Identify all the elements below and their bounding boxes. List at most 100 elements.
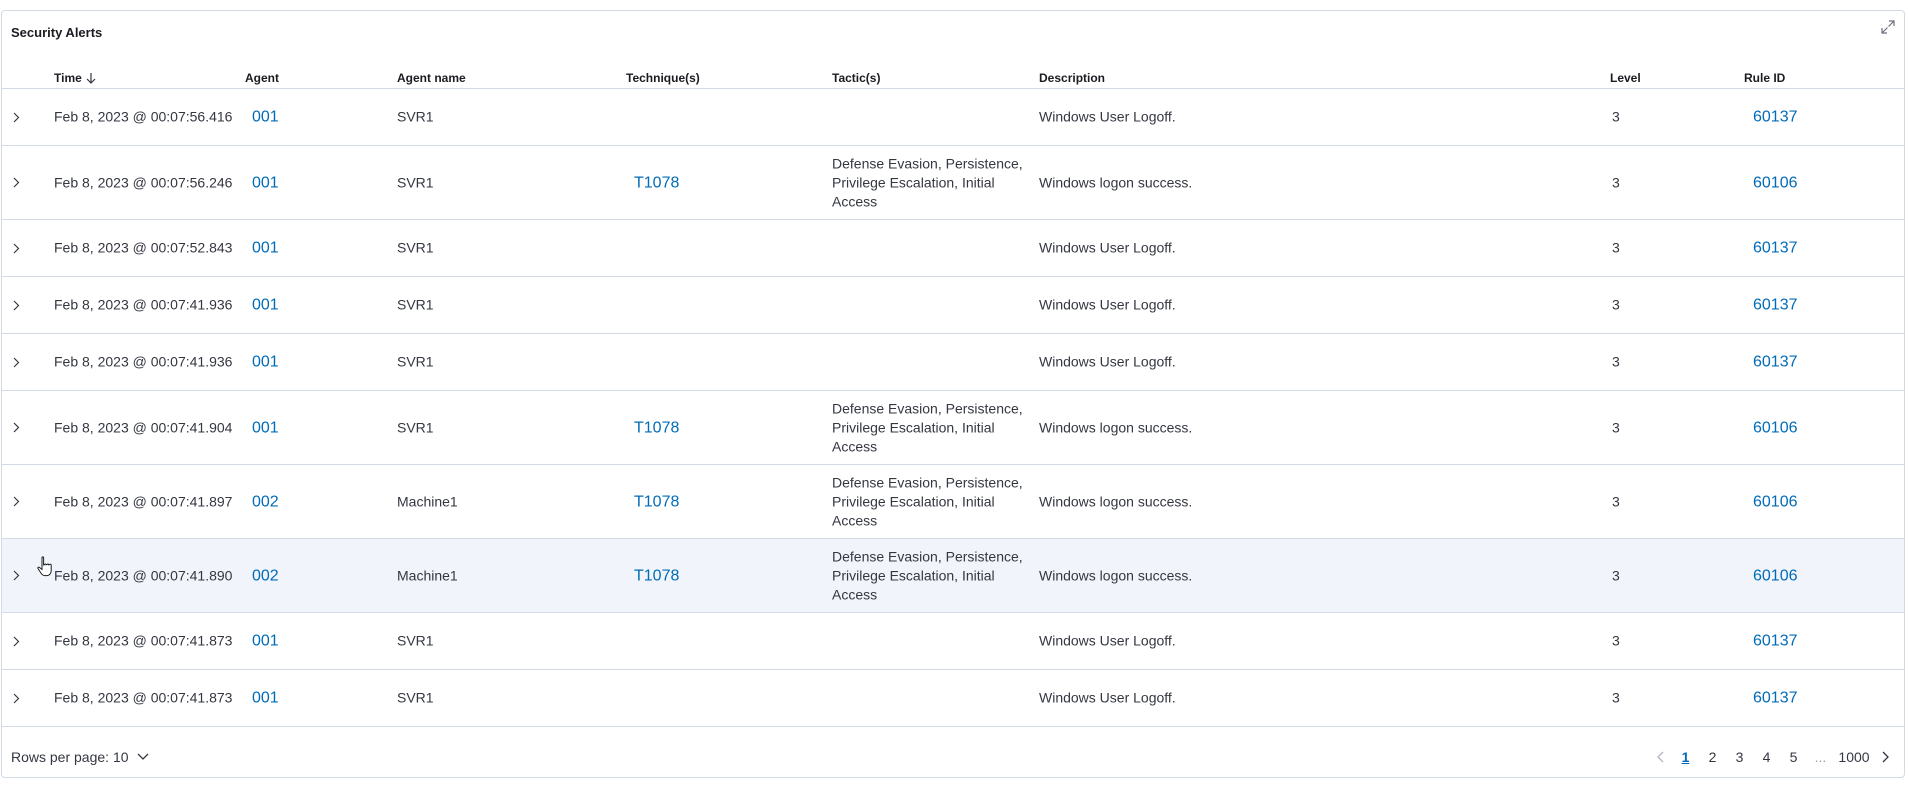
cell-rule-id-link[interactable]: 60106 (1753, 418, 1798, 437)
cell-agent-link[interactable]: 001 (252, 418, 279, 437)
table-row[interactable]: Feb 8, 2023 @ 00:07:41.904 001 SVR1 T1078 De… (2, 391, 1904, 465)
previous-page-button[interactable] (1648, 751, 1672, 763)
cell-rule-id-link[interactable]: 60137 (1753, 296, 1798, 315)
cell-agent-link[interactable]: 001 (252, 353, 279, 372)
cell-rule-id-link[interactable]: 60137 (1753, 108, 1798, 127)
column-header-level[interactable]: Level (1610, 71, 1641, 85)
cell-description: Windows logon success. (1039, 493, 1193, 509)
cell-level: 3 (1612, 567, 1620, 583)
column-header-agent[interactable]: Agent (245, 71, 279, 85)
expand-row-button[interactable] (8, 240, 24, 256)
column-header-tactics[interactable]: Tactic(s) (832, 71, 880, 85)
cell-time: Feb 8, 2023 @ 00:07:56.416 (54, 108, 233, 125)
expand-row-button[interactable] (8, 633, 24, 649)
table-header: Time Agent Agent name Technique(s) Tacti… (2, 63, 1904, 89)
cell-description: Windows User Logoff. (1039, 353, 1176, 370)
mouse-cursor-icon (37, 556, 53, 578)
expand-row-button[interactable] (8, 420, 24, 436)
cell-rule-id-link[interactable]: 60137 (1753, 239, 1798, 258)
column-header-time[interactable]: Time (54, 71, 96, 85)
table-row[interactable]: Feb 8, 2023 @ 00:07:56.416 001 SVR1 Windows… (2, 89, 1904, 146)
cell-technique-link[interactable]: T1078 (634, 566, 679, 585)
page-button-3[interactable]: 3 (1726, 747, 1753, 767)
cell-level: 3 (1612, 353, 1620, 370)
cell-rule-id-link[interactable]: 60106 (1753, 173, 1798, 192)
chevron-right-icon (13, 422, 19, 433)
page-button-5[interactable]: 5 (1780, 747, 1807, 767)
expand-row-button[interactable] (8, 568, 24, 584)
column-header-techniques[interactable]: Technique(s) (626, 71, 700, 85)
page-button-2[interactable]: 2 (1699, 747, 1726, 767)
table-row[interactable]: Feb 8, 2023 @ 00:07:56.246 001 SVR1 T1078 De… (2, 146, 1904, 220)
cell-agent-name: Machine1 (397, 567, 458, 583)
column-header-agent-name[interactable]: Agent name (397, 71, 466, 85)
expand-row-button[interactable] (8, 494, 24, 510)
cell-technique-link[interactable]: T1078 (634, 492, 679, 511)
page-button-4[interactable]: 4 (1753, 747, 1780, 767)
cell-time: Feb 8, 2023 @ 00:07:41.873 (54, 689, 233, 706)
page-button-1[interactable]: 1 (1672, 747, 1699, 767)
table-row[interactable]: Feb 8, 2023 @ 00:07:41.890 002 Machine1 T10… (2, 539, 1904, 613)
next-page-button[interactable] (1874, 751, 1898, 763)
cell-agent-link[interactable]: 001 (252, 632, 279, 651)
cell-agent-link[interactable]: 001 (252, 173, 279, 192)
cell-agent-link[interactable]: 001 (252, 239, 279, 258)
cell-agent-link[interactable]: 002 (252, 566, 279, 585)
cell-rule-id-link[interactable]: 60106 (1753, 566, 1798, 585)
panel-title: Security Alerts (11, 25, 103, 40)
cell-tactics: Defense Evasion, Persistence, Privilege … (832, 474, 1023, 528)
chevron-right-icon (13, 693, 19, 703)
cell-tactics: Defense Evasion, Persistence, Privilege … (832, 400, 1023, 454)
cell-time: Feb 8, 2023 @ 00:07:41.897 (54, 493, 233, 509)
cell-agent-link[interactable]: 001 (252, 108, 279, 127)
expand-icon[interactable] (1878, 17, 1898, 37)
rows-per-page-selector[interactable]: Rows per page: 10 (11, 749, 149, 765)
chevron-down-icon (137, 753, 148, 760)
expand-row-button[interactable] (8, 297, 24, 313)
cell-description: Windows logon success. (1039, 419, 1193, 435)
table-row[interactable]: Feb 8, 2023 @ 00:07:41.873 001 SVR1 Windows… (2, 613, 1904, 670)
page-button-last[interactable]: 1000 (1834, 747, 1874, 767)
table-row[interactable]: Feb 8, 2023 @ 00:07:41.936 001 SVR1 Windows… (2, 334, 1904, 391)
table-row[interactable]: Feb 8, 2023 @ 00:07:41.873 001 SVR1 Windows… (2, 670, 1904, 727)
column-header-description[interactable]: Description (1039, 71, 1105, 85)
cell-time: Feb 8, 2023 @ 00:07:41.936 (54, 296, 233, 313)
cell-agent-link[interactable]: 001 (252, 689, 279, 708)
cell-technique-link[interactable]: T1078 (634, 418, 679, 437)
expand-row-button[interactable] (8, 354, 24, 370)
cell-level: 3 (1612, 296, 1620, 313)
table-footer: Rows per page: 10 1 2 3 4 5 ... 1000 (2, 737, 1904, 777)
table-row[interactable]: Feb 8, 2023 @ 00:07:41.897 002 Machine1 T10… (2, 465, 1904, 539)
cell-time: Feb 8, 2023 @ 00:07:56.246 (54, 174, 233, 190)
expand-row-button[interactable] (8, 109, 24, 125)
cell-rule-id-link[interactable]: 60137 (1753, 689, 1798, 708)
cell-agent-name: Machine1 (397, 493, 458, 509)
cell-description: Windows User Logoff. (1039, 239, 1176, 256)
cell-rule-id-link[interactable]: 60106 (1753, 492, 1798, 511)
chevron-right-icon (13, 636, 19, 646)
pagination: 1 2 3 4 5 ... 1000 (1648, 747, 1898, 767)
table-row[interactable]: Feb 8, 2023 @ 00:07:41.936 001 SVR1 Windows… (2, 277, 1904, 334)
cell-rule-id-link[interactable]: 60137 (1753, 632, 1798, 651)
cell-technique-link[interactable]: T1078 (634, 173, 679, 192)
expand-row-button[interactable] (8, 175, 24, 191)
cell-tactics: Defense Evasion, Persistence, Privilege … (832, 548, 1023, 602)
table-row[interactable]: Feb 8, 2023 @ 00:07:52.843 001 SVR1 Windows… (2, 220, 1904, 277)
cell-agent-link[interactable]: 002 (252, 492, 279, 511)
table-body: Feb 8, 2023 @ 00:07:56.416 001 SVR1 Windows… (2, 89, 1904, 727)
cell-description: Windows User Logoff. (1039, 632, 1176, 649)
column-header-rule-id[interactable]: Rule ID (1744, 71, 1785, 85)
cell-time: Feb 8, 2023 @ 00:07:41.873 (54, 632, 233, 649)
cell-agent-name: SVR1 (397, 108, 434, 125)
cell-level: 3 (1612, 419, 1620, 435)
cell-description: Windows User Logoff. (1039, 689, 1176, 706)
cell-rule-id-link[interactable]: 60137 (1753, 353, 1798, 372)
expand-row-button[interactable] (8, 690, 24, 706)
cell-description: Windows User Logoff. (1039, 296, 1176, 313)
cell-agent-name: SVR1 (397, 296, 434, 313)
cell-agent-link[interactable]: 001 (252, 296, 279, 315)
chevron-right-icon (13, 177, 19, 188)
cell-agent-name: SVR1 (397, 419, 434, 435)
cell-tactics: Defense Evasion, Persistence, Privilege … (832, 155, 1023, 209)
chevron-right-icon (13, 496, 19, 507)
